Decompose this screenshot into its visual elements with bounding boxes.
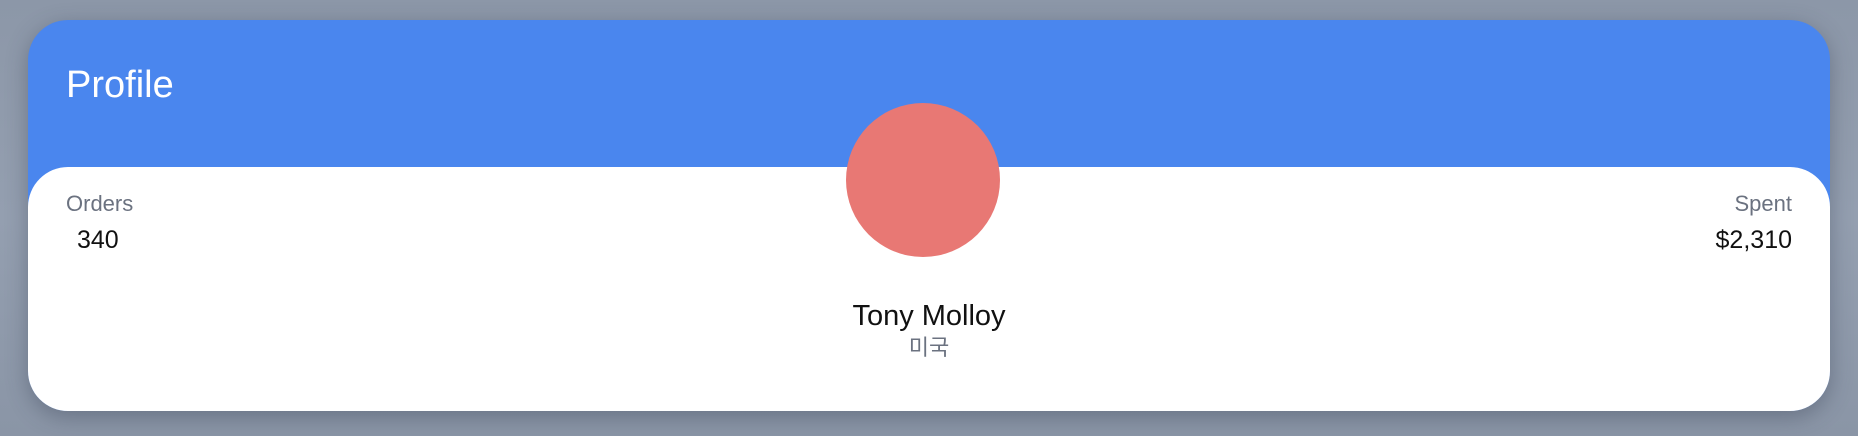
- orders-label: Orders: [66, 191, 134, 216]
- page-title: Profile: [66, 64, 174, 106]
- orders-stat: Orders 340: [66, 190, 133, 256]
- orders-value: 340: [77, 226, 119, 254]
- spent-label: Spent: [1734, 191, 1793, 216]
- avatar[interactable]: [846, 103, 1000, 257]
- user-info: Tony Molloy 미국: [28, 298, 1830, 362]
- user-country: 미국: [908, 335, 950, 360]
- profile-card: Profile Orders 340 Spent $2,310 Tony Mol…: [28, 20, 1830, 411]
- spent-value: $2,310: [1715, 226, 1792, 254]
- spent-stat: Spent $2,310: [1716, 190, 1792, 256]
- user-name: Tony Molloy: [852, 300, 1006, 332]
